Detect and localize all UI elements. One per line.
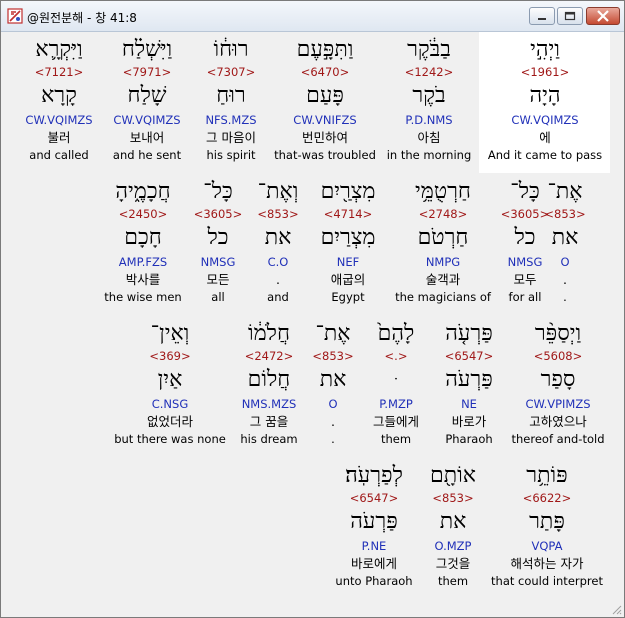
- korean-gloss: 에: [539, 130, 551, 145]
- korean-gloss: 없었더라: [146, 414, 193, 429]
- hebrew-lemma: אַיִן: [157, 367, 183, 392]
- maximize-button[interactable]: [557, 7, 583, 25]
- title-bar[interactable]: @원전분해 - 창 41:8: [1, 1, 624, 32]
- hebrew-lemma: חָכָם: [124, 225, 162, 250]
- english-gloss: unto Pharaoh: [335, 574, 413, 588]
- interlinear-view: וַיְהִ֣י <1961> הָיָה CW.VQIMZS 에 And it…: [1, 32, 624, 617]
- hebrew-lemma: פַּרְעֹה: [350, 509, 398, 534]
- hebrew-word: וַיְהִ֣י: [530, 37, 560, 62]
- hebrew-word: לְפַרְעֹֽה׃: [345, 463, 403, 488]
- hebrew-lemma: קָרָא: [41, 83, 77, 108]
- korean-gloss: 바로에게: [350, 556, 397, 571]
- strong-number: <369>: [149, 349, 191, 363]
- english-gloss: And it came to pass: [487, 148, 603, 162]
- maximize-icon: [564, 11, 576, 21]
- app-logo-icon: [7, 8, 23, 24]
- strong-number: <6547>: [349, 491, 399, 505]
- morphology-code: C.NSG: [151, 397, 189, 411]
- minimize-icon: [538, 18, 546, 20]
- strong-number: <1961>: [520, 65, 570, 79]
- close-button[interactable]: [586, 7, 620, 25]
- hebrew-word: חֲכָמֶ֑יהָ: [115, 179, 171, 204]
- english-gloss: the wise men: [104, 290, 182, 304]
- hebrew-word: וְאֵין־: [150, 321, 190, 346]
- minimize-button[interactable]: [529, 7, 555, 25]
- hebrew-word: וַיִּקְרָ֛א: [35, 37, 83, 62]
- resize-grip-icon[interactable]: [610, 603, 622, 615]
- english-gloss: and called: [29, 148, 89, 162]
- morphology-code: CW.VQIMZS: [25, 113, 93, 127]
- morphology-code: P.NE: [361, 539, 387, 553]
- window-title: @원전분해 - 창 41:8: [27, 11, 137, 25]
- korean-gloss: 불러: [47, 130, 71, 145]
- hebrew-lemma: הָיָה: [529, 83, 561, 108]
- korean-gloss: 박사를: [125, 272, 161, 287]
- morphology-code: CW.VQIMZS: [511, 113, 579, 127]
- close-icon: [597, 10, 609, 22]
- app-window: @원전분해 - 창 41:8 וַיְהִ֣י <1961> הָיָה CW.…: [0, 0, 625, 618]
- strong-number: <2450>: [118, 207, 168, 221]
- morphology-code: AMP.FZS: [118, 255, 168, 269]
- english-gloss: but there was none: [114, 432, 226, 446]
- strong-number: <7121>: [34, 65, 84, 79]
